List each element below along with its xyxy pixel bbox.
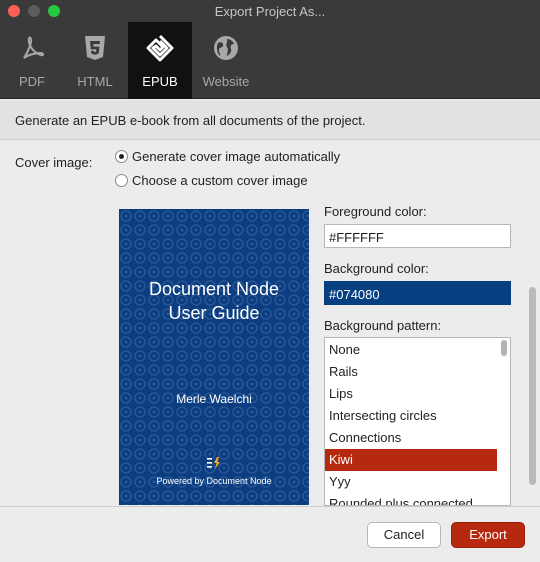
list-item[interactable]: Rounded plus connected [325, 493, 497, 505]
list-item[interactable]: Connections [325, 427, 497, 449]
tab-pdf[interactable]: PDF [6, 22, 58, 99]
html5-icon [85, 36, 105, 60]
tab-pdf-label: PDF [19, 74, 45, 89]
epub-icon [146, 34, 174, 62]
list-item-selected[interactable]: Kiwi [325, 449, 497, 471]
foreground-color-label: Foreground color: [324, 204, 427, 219]
window-scrollbar[interactable] [529, 287, 536, 485]
document-node-logo-icon [207, 457, 220, 469]
list-scrollbar[interactable] [501, 340, 507, 356]
list-item[interactable]: Yyy [325, 471, 497, 493]
radio-button-selected[interactable] [115, 149, 128, 163]
background-pattern-list[interactable]: None Rails Lips Intersecting circles Con… [324, 337, 511, 506]
pdf-icon [23, 36, 45, 59]
export-button[interactable]: Export [451, 522, 525, 548]
background-color-field[interactable]: #074080 [324, 281, 511, 305]
cover-title-line2: User Guide [168, 303, 260, 323]
radio-custom-cover-label: Choose a custom cover image [132, 172, 308, 188]
dialog-footer: Cancel Export [0, 506, 540, 562]
radio-custom-cover[interactable]: Choose a custom cover image [115, 172, 308, 188]
window-title: Export Project As... [214, 4, 326, 19]
background-color-label: Background color: [324, 261, 429, 276]
cover-title: Document Node User Guide [119, 277, 309, 325]
list-item[interactable]: Rails [325, 361, 497, 383]
background-pattern-label: Background pattern: [324, 318, 442, 333]
description-bar: Generate an EPUB e-book from all documen… [0, 100, 540, 140]
foreground-color-field[interactable]: #FFFFFF [324, 224, 511, 248]
tab-epub-label: EPUB [142, 74, 178, 89]
tab-html-label: HTML [77, 74, 113, 89]
globe-icon [214, 36, 238, 60]
cover-powered-by: Powered by Document Node [156, 476, 272, 486]
radio-generate-cover-label: Generate cover image automatically [132, 148, 341, 164]
tab-html[interactable]: HTML [66, 22, 124, 99]
list-item[interactable]: Lips [325, 383, 497, 405]
cover-author: Merle Waelchi [176, 392, 252, 406]
export-format-toolbar: PDF HTML EPUB Website [0, 22, 540, 99]
cancel-button[interactable]: Cancel [367, 522, 441, 548]
tab-website-label: Website [202, 74, 250, 89]
radio-generate-cover[interactable]: Generate cover image automatically [115, 148, 340, 164]
title-bar: Export Project As... [0, 0, 540, 22]
radio-button[interactable] [115, 173, 128, 187]
tab-epub[interactable]: EPUB [128, 22, 192, 99]
cover-image-label: Cover image: [15, 155, 93, 170]
list-item[interactable]: None [325, 339, 497, 361]
tab-website[interactable]: Website [196, 22, 256, 99]
description-text: Generate an EPUB e-book from all documen… [15, 113, 366, 128]
list-item[interactable]: Intersecting circles [325, 405, 497, 427]
cover-title-line1: Document Node [148, 279, 280, 299]
cover-preview: Document Node User Guide Merle Waelchi P… [119, 209, 309, 505]
